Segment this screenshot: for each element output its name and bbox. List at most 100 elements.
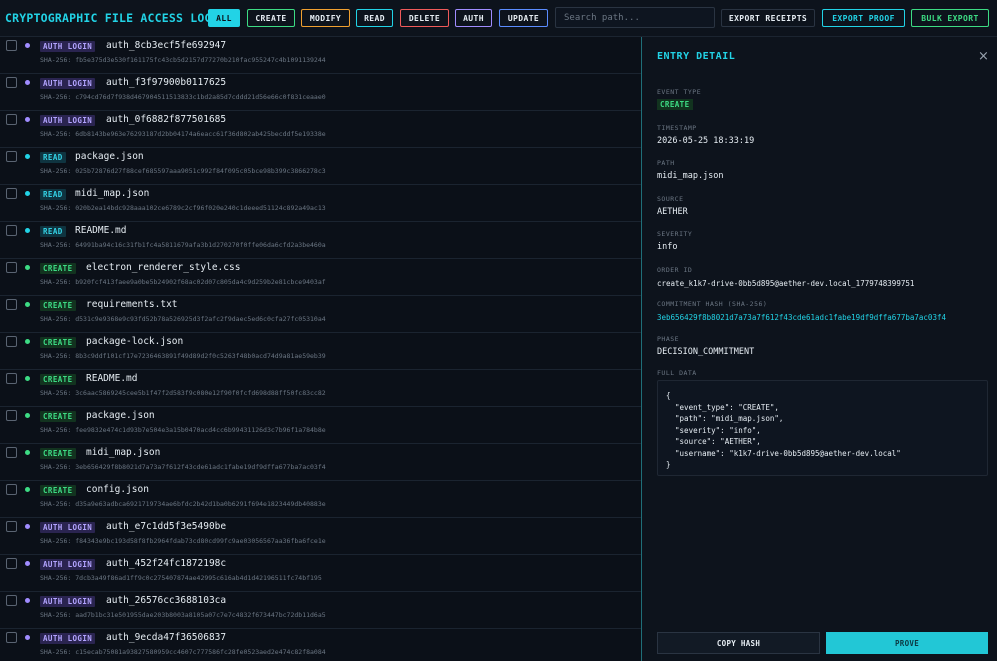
entry-detail-panel: ENTRY DETAIL × EVENT TYPE CREATE TIMESTA… xyxy=(641,37,997,661)
close-icon[interactable]: × xyxy=(978,49,989,64)
detail-title: ENTRY DETAIL xyxy=(657,51,736,62)
row-path: README.md xyxy=(86,373,138,384)
row-checkbox[interactable] xyxy=(6,114,17,125)
event-tag: AUTH LOGIN xyxy=(40,559,96,570)
row-checkbox[interactable] xyxy=(6,40,17,51)
event-type-label: EVENT TYPE xyxy=(657,88,702,96)
bulk-export-button[interactable]: BULK EXPORT xyxy=(911,9,989,27)
copy-hash-button[interactable]: COPY HASH xyxy=(657,632,820,654)
log-row[interactable]: AUTH LOGIN auth_26576cc3688103ca SHA-256: … xyxy=(0,592,641,629)
filter-modify-label: MODIFY xyxy=(309,13,342,23)
row-checkbox[interactable] xyxy=(6,373,17,384)
row-hash: SHA-256: 64991ba94c16c31fb1fc4a5811679af… xyxy=(40,241,326,249)
log-row[interactable]: AUTH LOGIN auth_452f24fc1872198c SHA-256: … xyxy=(0,555,641,592)
row-hash: SHA-256: c15ecab75081a93827580959cc4607c… xyxy=(40,648,326,656)
status-dot-icon xyxy=(25,154,30,159)
log-row[interactable]: AUTH LOGIN auth_e7c1dd5f3e5490be SHA-256: … xyxy=(0,518,641,555)
row-checkbox[interactable] xyxy=(6,151,17,162)
row-checkbox[interactable] xyxy=(6,77,17,88)
log-row[interactable]: AUTH LOGIN auth_f3f97900b0117625 SHA-256: … xyxy=(0,74,641,111)
search-input[interactable] xyxy=(555,7,715,28)
status-dot-icon xyxy=(25,598,30,603)
log-row[interactable]: AUTH LOGIN auth_0f6882f877501685 SHA-256: … xyxy=(0,111,641,148)
event-tag: CREATE xyxy=(40,411,76,422)
log-row[interactable]: CREATE package.json SHA-256: fee9832e474c1… xyxy=(0,407,641,444)
row-hash: SHA-256: 6db8143be963e76293187d2bb04174a… xyxy=(40,130,326,138)
filter-create-button[interactable]: CREATE xyxy=(247,9,295,27)
row-checkbox[interactable] xyxy=(6,595,17,606)
row-checkbox[interactable] xyxy=(6,336,17,347)
copy-hash-label: COPY HASH xyxy=(716,638,761,648)
row-path: package-lock.json xyxy=(86,336,184,347)
row-checkbox[interactable] xyxy=(6,521,17,532)
status-dot-icon xyxy=(25,561,30,566)
filter-all-button[interactable]: ALL xyxy=(208,9,240,27)
event-tag: AUTH LOGIN xyxy=(40,596,96,607)
filter-auth-label: AUTH xyxy=(463,13,484,23)
status-dot-icon xyxy=(25,191,30,196)
log-row[interactable]: CREATE requirements.txt SHA-256: d531c9e93… xyxy=(0,296,641,333)
filter-update-button[interactable]: UPDATE xyxy=(499,9,548,27)
log-row[interactable]: CREATE package-lock.json SHA-256: 8b3c9ddf… xyxy=(0,333,641,370)
timestamp-value: 2026-05-25 18:33:19 xyxy=(657,136,755,146)
row-hash: SHA-256: c794cd76d7f938d467904511513833c… xyxy=(40,93,326,101)
row-checkbox[interactable] xyxy=(6,632,17,643)
filter-read-button[interactable]: READ xyxy=(356,9,393,27)
status-dot-icon xyxy=(25,450,30,455)
severity-value: info xyxy=(657,242,678,252)
log-row[interactable]: AUTH LOGIN auth_8cb3ecf5fe692947 SHA-256: … xyxy=(0,37,641,74)
severity-label: SEVERITY xyxy=(657,230,693,238)
row-checkbox[interactable] xyxy=(6,447,17,458)
commitment-hash-label: COMMITMENT HASH (SHA-256) xyxy=(657,300,768,308)
row-path: package.json xyxy=(75,151,144,162)
event-tag: CREATE xyxy=(40,263,76,274)
status-dot-icon xyxy=(25,413,30,418)
event-tag: CREATE xyxy=(40,374,76,385)
row-path: midi_map.json xyxy=(86,447,161,458)
log-row[interactable]: READ midi_map.json SHA-256: 020b2ea14bdc92… xyxy=(0,185,641,222)
log-row[interactable]: CREATE config.json SHA-256: d35a9e63adbca6… xyxy=(0,481,641,518)
row-hash: SHA-256: aad7b1bc31e501955dae203b8003a81… xyxy=(40,611,326,619)
filter-all-label: ALL xyxy=(216,13,232,23)
filter-delete-label: DELETE xyxy=(408,13,441,23)
row-path: package.json xyxy=(86,410,155,421)
event-tag: READ xyxy=(40,226,66,237)
row-path: auth_0f6882f877501685 xyxy=(106,114,227,125)
row-hash: SHA-256: d35a9e63adbca6921719734ae6bfdc2… xyxy=(40,500,326,508)
log-row[interactable]: AUTH LOGIN auth_9ecda47f36506837 SHA-256: … xyxy=(0,629,641,661)
timestamp-label: TIMESTAMP xyxy=(657,124,697,132)
row-hash: SHA-256: 025b72876d27f88cef685597aaa9051… xyxy=(40,167,326,175)
row-path: auth_452f24fc1872198c xyxy=(106,558,227,569)
filter-modify-button[interactable]: MODIFY xyxy=(301,9,350,27)
log-row[interactable]: READ package.json SHA-256: 025b72876d27f88… xyxy=(0,148,641,185)
row-checkbox[interactable] xyxy=(6,410,17,421)
row-checkbox[interactable] xyxy=(6,484,17,495)
row-checkbox[interactable] xyxy=(6,188,17,199)
log-row[interactable]: READ README.md SHA-256: 64991ba94c16c31fb1… xyxy=(0,222,641,259)
event-tag: CREATE xyxy=(40,448,76,459)
filter-delete-button[interactable]: DELETE xyxy=(400,9,449,27)
event-tag: READ xyxy=(40,152,66,163)
row-checkbox[interactable] xyxy=(6,225,17,236)
row-path: auth_9ecda47f36506837 xyxy=(106,632,227,643)
row-path: requirements.txt xyxy=(86,299,178,310)
prove-button[interactable]: PROVE xyxy=(826,632,988,654)
export-receipts-button[interactable]: EXPORT RECEIPTS xyxy=(721,9,815,27)
row-path: midi_map.json xyxy=(75,188,150,199)
log-row[interactable]: CREATE README.md SHA-256: 3c6aac5869245cee… xyxy=(0,370,641,407)
status-dot-icon xyxy=(25,524,30,529)
status-dot-icon xyxy=(25,302,30,307)
log-row[interactable]: CREATE midi_map.json SHA-256: 3eb656429f8b… xyxy=(0,444,641,481)
commitment-hash-value: 3eb656429f8b8021d7a73a7f612f43cde61adc1f… xyxy=(657,313,946,322)
row-hash: SHA-256: 7dcb3a49f86ad1ff9c0c275407874ae… xyxy=(40,574,322,582)
row-hash: SHA-256: fee9832e474c1d93b7e504e3a15b047… xyxy=(40,426,326,434)
export-proof-button[interactable]: EXPORT PROOF xyxy=(822,9,905,27)
row-checkbox[interactable] xyxy=(6,262,17,273)
row-checkbox[interactable] xyxy=(6,558,17,569)
row-checkbox[interactable] xyxy=(6,299,17,310)
row-hash: SHA-256: 3c6aac5869245cee5b1f47f2d583f9c… xyxy=(40,389,326,397)
status-dot-icon xyxy=(25,487,30,492)
status-dot-icon xyxy=(25,339,30,344)
log-row[interactable]: CREATE electron_renderer_style.css SHA-256… xyxy=(0,259,641,296)
filter-auth-button[interactable]: AUTH xyxy=(455,9,492,27)
